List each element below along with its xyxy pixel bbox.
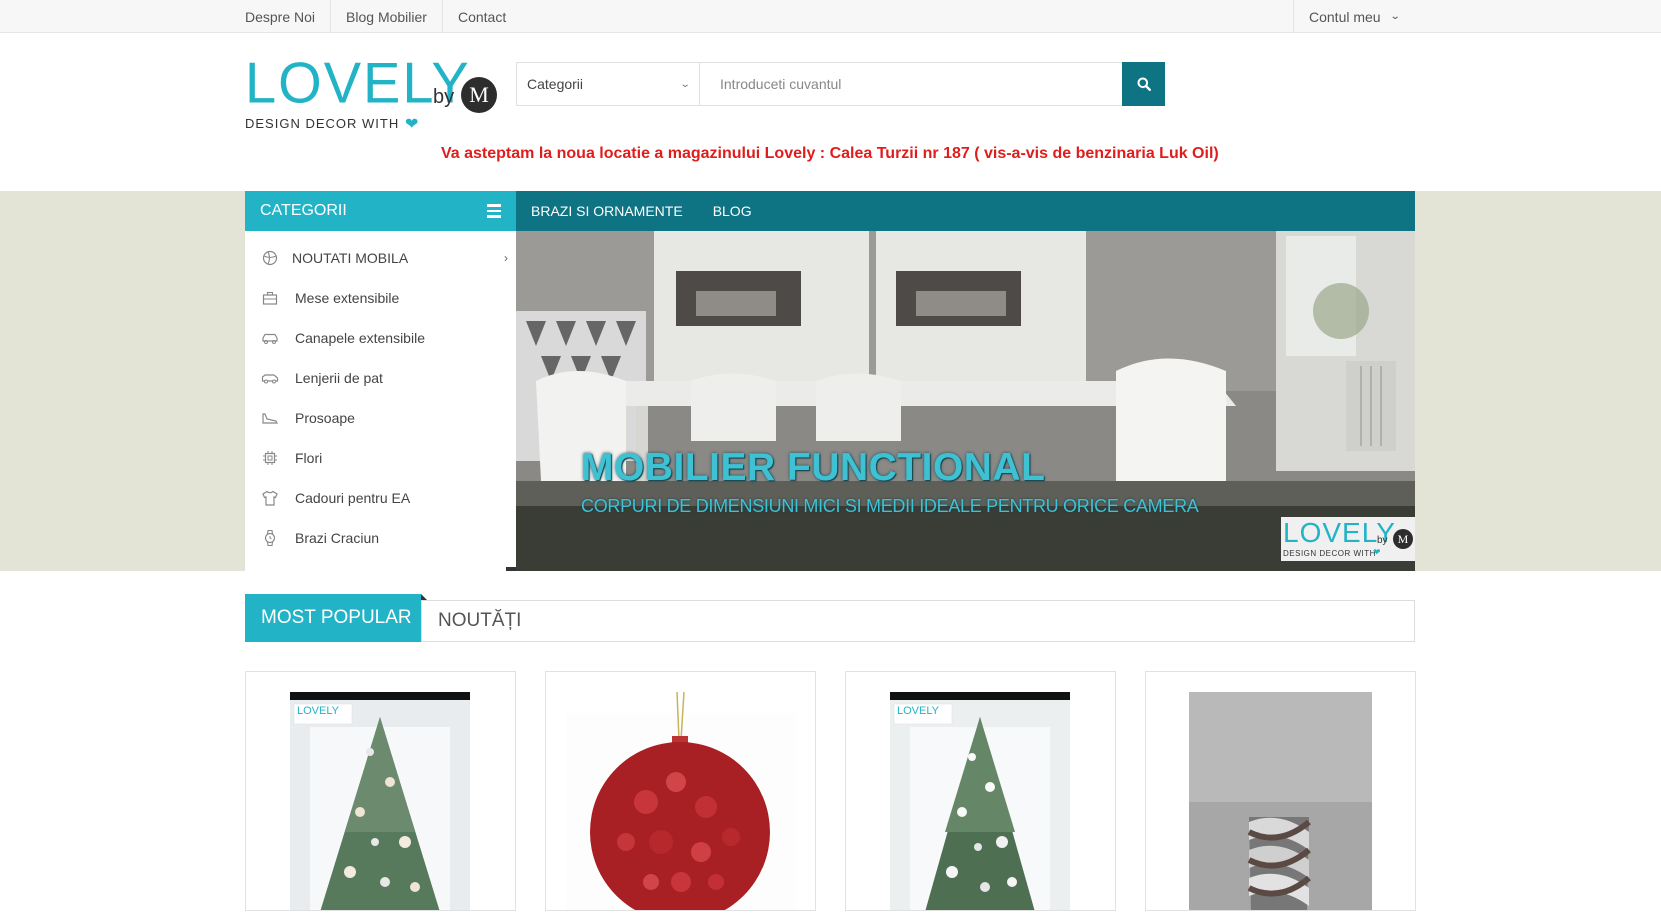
product-logo-word: LOVELY [297, 705, 339, 717]
slide-logo: LOVELY by M DESIGN DECOR WITH ❤ [1281, 517, 1415, 561]
product-card-white-tree[interactable]: LOVELY [845, 671, 1116, 911]
category-select[interactable]: Categorii ⌄ [517, 63, 700, 105]
tshirt-icon [261, 489, 279, 507]
logo-by: by [433, 86, 455, 108]
category-header[interactable]: CATEGORII [245, 191, 516, 231]
chip-icon [261, 449, 279, 467]
slide-logo-m-badge: M [1393, 529, 1413, 549]
shoe-icon [261, 409, 279, 427]
car-icon [261, 329, 279, 347]
tab-most-popular[interactable]: MOST POPULAR [245, 594, 427, 642]
product-image [566, 692, 796, 910]
product-image [290, 692, 470, 910]
menu-bars-icon [487, 204, 501, 221]
store-notice: Va asteptam la noua locatie a magazinulu… [441, 145, 1219, 162]
site-logo[interactable]: LOVELY by M DESIGN DECOR WITH ❤ [245, 54, 505, 133]
top-link-contact[interactable]: Contact [443, 0, 521, 33]
category-item-canapele-extensibile[interactable]: Canapele extensibile [245, 318, 516, 358]
heart-icon: ❤ [1373, 547, 1381, 557]
category-item-label: Brazi Craciun [295, 530, 380, 546]
product-image [890, 692, 1070, 910]
slide-logo-by: by [1377, 535, 1388, 546]
category-item-label: Mese extensibile [295, 290, 400, 306]
hero-slider[interactable]: MOBILIER FUNCTIONAL CORPURI DE DIMENSIUN… [516, 231, 1415, 571]
product-card-silver-tree[interactable]: LOVELY [245, 671, 516, 911]
top-links: Despre Noi Blog Mobilier Contact [245, 0, 1415, 33]
slide-logo-tagline: DESIGN DECOR WITH [1283, 549, 1376, 558]
heart-icon: ❤ [405, 116, 419, 133]
top-bar: Despre Noi Blog Mobilier Contact Contul … [0, 0, 1661, 33]
site-header: LOVELY by M DESIGN DECOR WITH ❤ Categori… [0, 33, 1661, 191]
tab-strip: NOUTĂȚI [421, 600, 1415, 642]
chevron-right-icon: › [504, 251, 508, 265]
logo-tagline: DESIGN DECOR WITH [245, 116, 400, 131]
main-menu: BRAZI SI ORNAMENTE BLOG [516, 191, 1415, 231]
search-icon [1137, 77, 1151, 91]
product-image [1189, 692, 1372, 910]
logo-m-badge: M [461, 77, 497, 113]
category-item-noutati-mobila[interactable]: NOUTATI MOBILA › [245, 238, 516, 278]
search-input[interactable] [700, 63, 1122, 105]
account-label: Contul meu [1309, 8, 1381, 25]
category-item-mese-extensibile[interactable]: Mese extensibile [245, 278, 516, 318]
briefcase-icon [261, 289, 279, 307]
hero-band: CATEGORII NOUTATI MOBILA › Mese extensib… [0, 191, 1661, 571]
category-list: NOUTATI MOBILA › Mese extensibile Canape… [245, 231, 516, 558]
category-item-lenjerii-de-pat[interactable]: Lenjerii de pat [245, 358, 516, 398]
slide-title: MOBILIER FUNCTIONAL [581, 446, 1046, 489]
account-menu[interactable]: Contul meu ⌄ [1293, 0, 1415, 33]
category-item-label: Lenjerii de pat [295, 370, 383, 386]
category-item-label: Flori [295, 450, 323, 466]
category-item-label: NOUTATI MOBILA [292, 250, 409, 266]
menu-item-brazi-si-ornamente[interactable]: BRAZI SI ORNAMENTE [516, 203, 698, 219]
search-button[interactable] [1122, 62, 1165, 106]
product-tabs: MOST POPULAR NOUTĂȚI [245, 594, 1415, 642]
product-card-red-bauble[interactable] [545, 671, 816, 911]
category-item-flori[interactable]: Flori [245, 438, 516, 478]
category-item-cadouri-pentru-ea[interactable]: Cadouri pentru EA [245, 478, 516, 518]
category-item-label: Prosoape [295, 410, 355, 426]
category-panel: CATEGORII NOUTATI MOBILA › Mese extensib… [245, 191, 516, 571]
watch-icon [261, 529, 279, 547]
slider-indicator[interactable] [506, 567, 516, 571]
product-card-twisted-vase[interactable] [1145, 671, 1416, 911]
top-link-blog[interactable]: Blog Mobilier [331, 0, 443, 33]
category-item-label: Cadouri pentru EA [295, 490, 411, 506]
product-logo-word: LOVELY [897, 705, 939, 717]
category-select-value: Categorii [527, 76, 584, 92]
top-link-despre-noi[interactable]: Despre Noi [245, 0, 332, 33]
bus-icon [261, 369, 279, 387]
category-title: CATEGORII [260, 202, 347, 219]
category-item-label: Canapele extensibile [295, 330, 425, 346]
basketball-icon [261, 249, 279, 267]
chevron-down-icon: ⌄ [679, 78, 691, 90]
product-grid: LOVELY LOVELY [245, 671, 1416, 911]
category-item-prosoape[interactable]: Prosoape [245, 398, 516, 438]
menu-item-blog[interactable]: BLOG [698, 203, 767, 219]
category-item-brazi-craciun[interactable]: Brazi Craciun [245, 518, 516, 558]
slide-subtitle: CORPURI DE DIMENSIUNI MICI SI MEDII IDEA… [581, 496, 1199, 516]
chevron-down-icon: ⌄ [1389, 11, 1401, 22]
search-bar: Categorii ⌄ [516, 62, 1165, 106]
tab-noutati[interactable]: NOUTĂȚI [422, 610, 521, 632]
